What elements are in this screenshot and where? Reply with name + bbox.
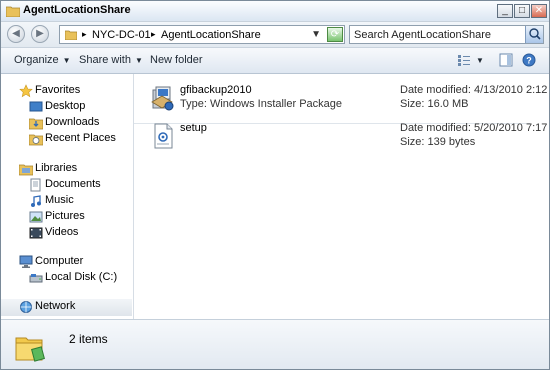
refresh-button[interactable]: ⟳ — [327, 27, 343, 42]
sidebar-item-libraries[interactable]: Libraries — [19, 161, 129, 177]
details-pane: 2 items — [1, 319, 549, 369]
sidebar-item-label: Favorites — [35, 84, 81, 96]
sidebar-item-documents[interactable]: Documents — [29, 177, 129, 193]
preview-pane-icon[interactable] — [499, 53, 513, 67]
share-with-menu[interactable]: Share with ▼ — [79, 54, 143, 66]
libraries-icon — [19, 164, 33, 176]
window-title: AgentLocationShare — [23, 4, 131, 16]
file-date-modified: Date modified: 4/13/2010 2:12 AM — [400, 84, 550, 96]
recent-places-icon — [29, 134, 43, 146]
organize-menu[interactable]: Organize ▼ — [14, 54, 71, 66]
breadcrumb-item-share[interactable]: AgentLocationShare — [161, 29, 261, 41]
chevron-down-icon[interactable]: ▼ — [476, 56, 484, 65]
network-icon — [20, 301, 32, 313]
sidebar-item-desktop[interactable]: Desktop — [29, 99, 129, 115]
svg-text:?: ? — [526, 56, 532, 66]
chevron-down-icon[interactable]: ▼ — [311, 29, 321, 40]
sidebar-item-pictures[interactable]: Pictures — [29, 209, 129, 225]
title-bar[interactable]: AgentLocationShare _ □ ✕ — [1, 1, 549, 22]
sidebar-item-label: Documents — [45, 178, 101, 190]
new-folder-button[interactable]: New folder — [150, 54, 203, 66]
sidebar-item-label: Computer — [35, 255, 84, 267]
close-button[interactable]: ✕ — [531, 4, 547, 18]
music-icon — [31, 195, 41, 207]
sidebar-item-label: Music — [45, 194, 74, 206]
sidebar-item-label: Pictures — [45, 210, 85, 222]
sidebar-item-label: Videos — [45, 226, 79, 238]
sidebar-item-label: Downloads — [45, 116, 100, 128]
search-button[interactable] — [525, 26, 543, 43]
breadcrumb-separator: ▸ — [151, 29, 156, 39]
list-item-gfibackup2010[interactable]: gfibackup2010 Type: Windows Installer Pa… — [134, 82, 549, 124]
back-button[interactable]: ◀ — [7, 25, 25, 43]
sidebar-item-label: Local Disk (C:) — [45, 271, 118, 283]
computer-icon — [19, 255, 33, 268]
help-icon[interactable]: ? — [522, 53, 536, 67]
sidebar-item-label: Desktop — [45, 100, 86, 112]
file-name: gfibackup2010 — [180, 84, 252, 96]
sidebar-item-computer[interactable]: Computer — [19, 254, 129, 270]
breadcrumb-separator: ▸ — [82, 29, 87, 39]
star-icon — [19, 84, 33, 98]
sidebar-item-label: Libraries — [35, 162, 78, 174]
minimize-button[interactable]: _ — [497, 4, 513, 18]
sidebar-item-downloads[interactable]: Downloads — [29, 115, 129, 131]
command-bar: Organize ▼ Share with ▼ New folder ▼ ? — [1, 48, 549, 74]
documents-icon — [30, 178, 41, 192]
sidebar-item-music[interactable]: Music — [29, 193, 129, 209]
list-item-setup[interactable]: setup Date modified: 5/20/2010 7:17 AM S… — [148, 120, 549, 158]
sidebar-item-network[interactable]: Network — [1, 299, 132, 316]
chevron-down-icon: ▼ — [62, 56, 71, 65]
sidebar-item-local-disk[interactable]: Local Disk (C:) — [29, 270, 129, 286]
address-bar[interactable]: ▸ NYC-DC-01 ▸ AgentLocationShare ▼ ⟳ — [59, 25, 345, 44]
folder-icon — [6, 6, 20, 17]
sidebar-item-label: Network — [35, 300, 76, 312]
maximize-button[interactable]: □ — [514, 4, 530, 18]
explorer-window: AgentLocationShare _ □ ✕ ◀ ▶ ▸ NYC-DC-01… — [0, 0, 550, 370]
file-size: Size: 16.0 MB — [400, 98, 469, 110]
forward-button[interactable]: ▶ — [31, 25, 49, 43]
sidebar-item-favorites[interactable]: Favorites — [19, 83, 129, 99]
breadcrumb-item-server[interactable]: NYC-DC-01 — [92, 29, 151, 41]
file-size: Size: 139 bytes — [400, 136, 476, 148]
sidebar-item-label: Recent Places — [45, 132, 116, 144]
address-row: ◀ ▶ ▸ NYC-DC-01 ▸ AgentLocationShare ▼ ⟳… — [1, 22, 549, 48]
folder-icon — [65, 30, 77, 40]
videos-icon — [29, 227, 43, 239]
installer-package-icon — [151, 86, 174, 111]
file-date-modified: Date modified: 5/20/2010 7:17 AM — [400, 122, 550, 134]
file-name: setup — [180, 122, 207, 134]
search-placeholder: Search AgentLocationShare — [354, 29, 491, 41]
folder-icon — [15, 337, 45, 362]
item-count: 2 items — [69, 332, 108, 346]
sidebar-item-videos[interactable]: Videos — [29, 225, 129, 241]
navigation-pane: Favorites Desktop Downloads Recent Place… — [1, 74, 134, 319]
search-input[interactable]: Search AgentLocationShare — [349, 25, 544, 44]
share-with-label: Share with — [79, 54, 131, 66]
pictures-icon — [29, 211, 43, 223]
file-list: gfibackup2010 Type: Windows Installer Pa… — [134, 74, 549, 319]
file-type: Type: Windows Installer Package — [180, 98, 343, 110]
sidebar-item-recent-places[interactable]: Recent Places — [29, 131, 129, 147]
downloads-icon — [29, 118, 43, 130]
search-icon — [529, 28, 541, 40]
setup-file-icon — [154, 123, 173, 149]
hard-drive-icon — [29, 274, 43, 283]
chevron-down-icon: ▼ — [134, 56, 143, 65]
desktop-icon — [29, 101, 43, 112]
views-icon[interactable] — [457, 53, 471, 67]
organize-label: Organize — [14, 54, 59, 66]
